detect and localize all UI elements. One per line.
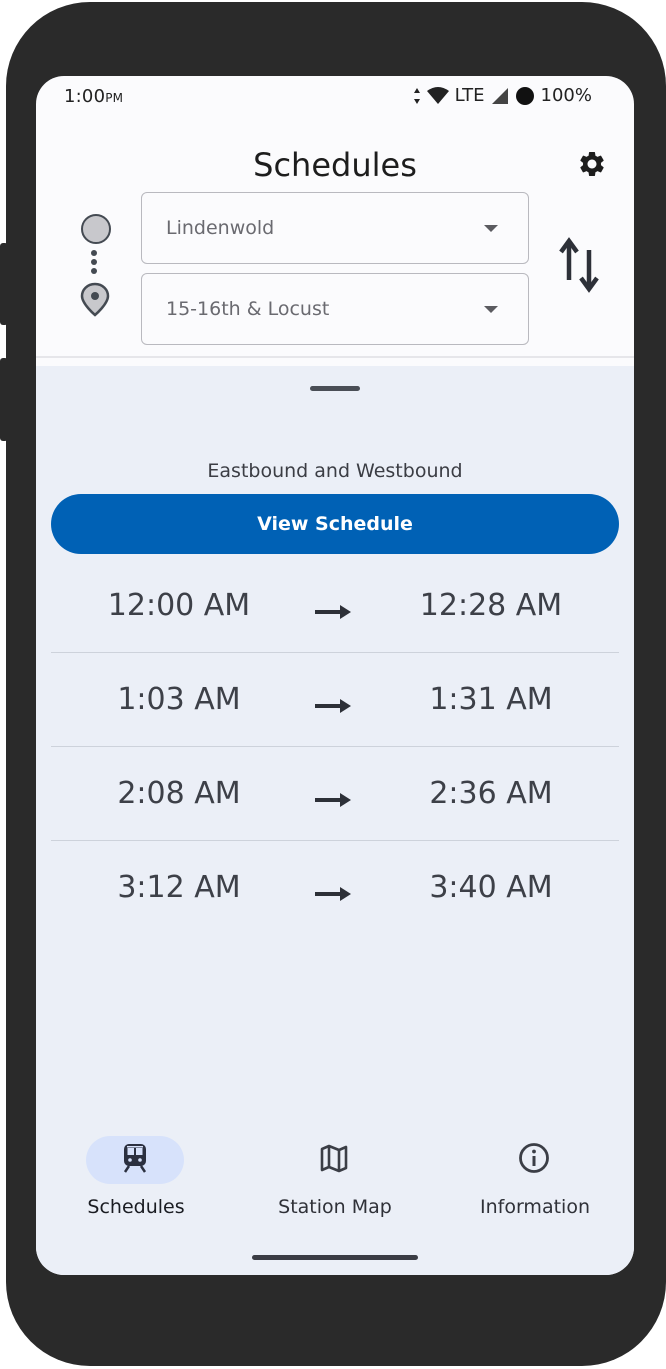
- trip-arrive-time: 3:40 AM: [429, 870, 553, 905]
- nav-label-schedules: Schedules: [87, 1196, 185, 1218]
- map-icon: [319, 1143, 349, 1178]
- nav-label-information: Information: [480, 1196, 590, 1218]
- from-station-value: Lindenwold: [166, 217, 275, 239]
- arrow-right-icon: [314, 877, 354, 912]
- nav-icon-container: [285, 1136, 383, 1184]
- battery-icon: [515, 86, 535, 106]
- origin-circle-icon: [81, 214, 111, 244]
- trip-depart-time: 2:08 AM: [117, 776, 241, 811]
- chevron-down-icon: [484, 224, 498, 232]
- battery-level: 100%: [540, 85, 592, 106]
- settings-button[interactable]: [574, 148, 610, 184]
- info-icon: [518, 1142, 550, 1179]
- power-button: [0, 358, 8, 441]
- trip-row[interactable]: 12:00 AM 12:28 AM: [51, 559, 619, 653]
- from-station-select[interactable]: Lindenwold: [141, 192, 529, 264]
- status-time: 1:00PM: [64, 86, 123, 107]
- trip-arrive-time: 1:31 AM: [429, 682, 553, 717]
- arrow-right-icon: [314, 689, 354, 724]
- sheet-drag-handle[interactable]: [310, 386, 360, 391]
- bottom-navigation: Schedules Station Map Information: [36, 1116, 634, 1275]
- arrow-right-icon: [314, 783, 354, 818]
- nav-item-station-map[interactable]: Station Map: [235, 1136, 435, 1236]
- schedule-sheet: Eastbound and Westbound View Schedule 12…: [36, 366, 634, 1116]
- nav-item-information[interactable]: Information: [435, 1136, 634, 1236]
- cell-signal-icon: [491, 87, 509, 105]
- status-indicators: LTE 100%: [413, 85, 592, 106]
- route-indicator: [76, 214, 116, 334]
- chevron-down-icon: [484, 305, 498, 313]
- trip-depart-time: 3:12 AM: [117, 870, 241, 905]
- trip-arrive-time: 2:36 AM: [429, 776, 553, 811]
- trip-row[interactable]: 1:03 AM 1:31 AM: [51, 653, 619, 747]
- view-schedule-button[interactable]: View Schedule: [51, 494, 619, 554]
- volume-button: [0, 243, 8, 325]
- trip-depart-time: 1:03 AM: [117, 682, 241, 717]
- home-indicator[interactable]: [252, 1255, 418, 1260]
- to-station-select[interactable]: 15-16th & Locust: [141, 273, 529, 345]
- trip-row[interactable]: 2:08 AM 2:36 AM: [51, 747, 619, 841]
- arrow-right-icon: [314, 595, 354, 630]
- app-screen: 1:00PM LTE 100% Schedules Lindenwold 15-…: [36, 76, 634, 1275]
- app-header: Schedules Lindenwold 15-16th & Locust: [36, 120, 634, 400]
- gear-icon: [577, 149, 607, 184]
- nav-icon-container: [485, 1136, 583, 1184]
- train-icon: [121, 1143, 149, 1178]
- trip-arrive-time: 12:28 AM: [419, 588, 563, 623]
- data-arrows-icon: [413, 87, 421, 105]
- wifi-icon: [426, 86, 449, 105]
- nav-label-station-map: Station Map: [278, 1196, 392, 1218]
- status-time-value: 1:00: [64, 86, 106, 107]
- to-station-value: 15-16th & Locust: [166, 298, 330, 320]
- direction-label: Eastbound and Westbound: [207, 460, 463, 482]
- swap-stations-button[interactable]: [556, 232, 606, 296]
- trip-depart-time: 12:00 AM: [107, 588, 251, 623]
- page-title: Schedules: [253, 146, 417, 184]
- trip-list: 12:00 AM 12:28 AM 1:03 AM 1:31 AM 2:08 A…: [51, 559, 619, 934]
- nav-active-indicator: [86, 1136, 184, 1184]
- nav-item-schedules[interactable]: Schedules: [36, 1136, 236, 1236]
- route-dots-icon: [91, 250, 99, 277]
- swap-vertical-icon: [556, 237, 606, 300]
- status-time-ampm: PM: [105, 91, 124, 105]
- status-bar: 1:00PM LTE 100%: [36, 76, 634, 120]
- network-label: LTE: [454, 85, 485, 106]
- trip-row[interactable]: 3:12 AM 3:40 AM: [51, 841, 619, 934]
- header-divider: [36, 356, 634, 358]
- location-pin-icon: [79, 282, 111, 323]
